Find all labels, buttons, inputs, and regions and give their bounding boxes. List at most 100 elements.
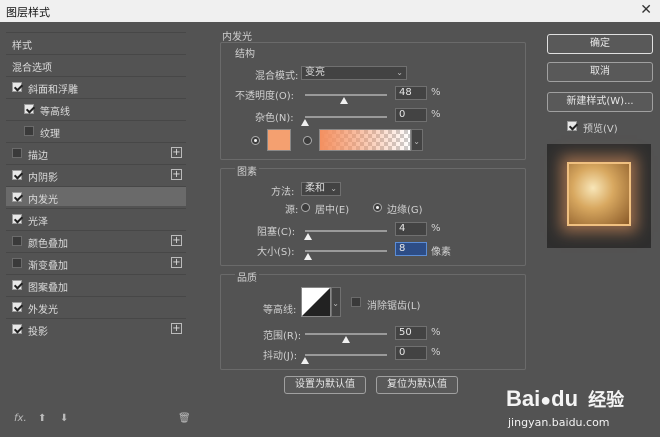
- sidebar-item-checkbox[interactable]: [12, 236, 22, 246]
- sidebar-item[interactable]: 等高线: [6, 98, 186, 118]
- add-icon[interactable]: +: [171, 235, 182, 246]
- sidebar-item-checkbox[interactable]: [12, 302, 22, 312]
- size-slider-track[interactable]: [305, 250, 387, 252]
- sidebar-item[interactable]: 纹理: [6, 120, 186, 140]
- contour-dropdown[interactable]: ⌄: [331, 287, 341, 317]
- sidebar-item[interactable]: 光泽: [6, 208, 186, 228]
- noise-slider-thumb[interactable]: [301, 119, 309, 126]
- source-center-radio[interactable]: [301, 203, 310, 212]
- add-icon[interactable]: +: [171, 147, 182, 158]
- sidebar-item-label: 描边: [28, 151, 48, 162]
- sidebar-item-checkbox[interactable]: [12, 148, 22, 158]
- preview-thumbnail: [567, 162, 631, 226]
- preview-checkbox[interactable]: [567, 121, 577, 131]
- size-slider-thumb[interactable]: [303, 253, 312, 260]
- blend-mode-select[interactable]: 变亮 ⌄: [301, 66, 407, 80]
- choke-slider-thumb[interactable]: [304, 233, 313, 240]
- glow-color-swatch[interactable]: [267, 129, 291, 151]
- size-label: 大小(S):: [257, 247, 295, 258]
- sidebar-item[interactable]: 斜面和浮雕: [6, 76, 186, 96]
- cancel-button[interactable]: 取消: [547, 62, 653, 82]
- jitter-label: 抖动(J):: [263, 351, 298, 362]
- sidebar-item[interactable]: 图案叠加: [6, 274, 186, 294]
- trash-icon[interactable]: 🗑: [178, 413, 191, 424]
- sidebar-item-label: 图案叠加: [28, 283, 68, 294]
- sidebar-item[interactable]: 描边 +: [6, 142, 186, 162]
- sidebar-item[interactable]: 投影 +: [6, 318, 186, 338]
- jitter-slider-thumb[interactable]: [301, 357, 309, 364]
- opacity-slider-thumb[interactable]: [340, 97, 349, 104]
- title-bar: 图层样式 ✕: [0, 0, 660, 22]
- method-select[interactable]: 柔和 ⌄: [301, 182, 341, 196]
- chevron-down-icon: ⌄: [330, 184, 337, 193]
- sidebar-item-checkbox[interactable]: [12, 214, 22, 224]
- chevron-down-icon: ⌄: [332, 299, 339, 308]
- sidebar-item-checkbox[interactable]: [12, 170, 22, 180]
- noise-percent: %: [431, 109, 441, 120]
- panel-title: 内发光: [222, 32, 252, 43]
- gradient-radio[interactable]: [303, 136, 312, 145]
- move-up-icon[interactable]: ⬆: [38, 413, 46, 424]
- sidebar-item[interactable]: 外发光: [6, 296, 186, 316]
- make-default-button[interactable]: 设置为默认值: [284, 376, 366, 394]
- window-title: 图层样式: [6, 6, 50, 19]
- color-radio[interactable]: [251, 136, 260, 145]
- sidebar-item[interactable]: 样式: [6, 32, 186, 52]
- range-label: 范围(R):: [263, 331, 302, 342]
- baidu-watermark: Bai●du 经验 jingyan.baidu.com: [506, 386, 656, 434]
- reset-default-button[interactable]: 复位为默认值: [376, 376, 458, 394]
- noise-input[interactable]: 0: [395, 108, 427, 122]
- sidebar-item-checkbox[interactable]: [12, 192, 22, 202]
- sidebar-item-checkbox[interactable]: [12, 324, 22, 334]
- sidebar-item-checkbox[interactable]: [12, 82, 22, 92]
- new-style-button[interactable]: 新建样式(W)...: [547, 92, 653, 112]
- elements-group: 图素 方法: 柔和 ⌄ 源: 居中(E) 边缘(G) 阻塞(C): 4 % 大小…: [220, 163, 526, 266]
- move-down-icon[interactable]: ⬇: [60, 413, 68, 424]
- gradient-dropdown[interactable]: ⌄: [411, 129, 423, 151]
- sidebar-item[interactable]: 内发光: [6, 186, 186, 206]
- sidebar-item-checkbox[interactable]: [24, 104, 34, 114]
- sidebar-item[interactable]: 内阴影 +: [6, 164, 186, 184]
- size-unit: 像素: [431, 247, 451, 258]
- sidebar-item-checkbox[interactable]: [12, 258, 22, 268]
- sidebar-item-label: 内发光: [28, 195, 58, 206]
- quality-heading: 品质: [235, 269, 259, 284]
- close-icon[interactable]: ✕: [640, 2, 652, 18]
- ok-button[interactable]: 确定: [547, 34, 653, 54]
- sidebar-item[interactable]: 渐变叠加 +: [6, 252, 186, 272]
- sidebar-footer: fx. ⬆ ⬇ 🗑: [8, 413, 191, 429]
- choke-slider-track[interactable]: [305, 230, 387, 232]
- noise-label: 杂色(N):: [255, 113, 294, 124]
- contour-picker[interactable]: [301, 287, 331, 317]
- sidebar-item[interactable]: 颜色叠加 +: [6, 230, 186, 250]
- watermark-brand: Bai: [506, 386, 541, 411]
- method-value: 柔和: [305, 183, 325, 194]
- size-input[interactable]: 8: [395, 242, 427, 256]
- jitter-input[interactable]: 0: [395, 346, 427, 360]
- source-edge-label: 边缘(G): [387, 205, 423, 216]
- source-edge-radio[interactable]: [373, 203, 382, 212]
- add-icon[interactable]: +: [171, 323, 182, 334]
- range-percent: %: [431, 327, 441, 338]
- noise-slider-track[interactable]: [305, 116, 387, 118]
- range-slider-track[interactable]: [305, 333, 387, 335]
- opacity-slider-track[interactable]: [305, 94, 387, 96]
- paw-icon: ●: [540, 390, 552, 410]
- add-icon[interactable]: +: [171, 257, 182, 268]
- fx-icon[interactable]: fx.: [14, 413, 27, 424]
- choke-input[interactable]: 4: [395, 222, 427, 236]
- sidebar-item-checkbox[interactable]: [12, 280, 22, 290]
- range-slider-thumb[interactable]: [342, 336, 350, 343]
- antialias-checkbox[interactable]: [351, 297, 361, 307]
- range-input[interactable]: 50: [395, 326, 427, 340]
- opacity-input[interactable]: 48: [395, 86, 427, 100]
- right-column: 确定 取消 新建样式(W)... 预览(V): [545, 32, 655, 432]
- method-label: 方法:: [271, 187, 295, 198]
- sidebar-item-label: 内阴影: [28, 173, 58, 184]
- sidebar-item[interactable]: 混合选项: [6, 54, 186, 74]
- sidebar-item-checkbox[interactable]: [24, 126, 34, 136]
- add-icon[interactable]: +: [171, 169, 182, 180]
- gradient-picker[interactable]: [319, 129, 411, 151]
- jitter-slider-track[interactable]: [305, 354, 387, 356]
- contour-linear-icon: [302, 288, 330, 316]
